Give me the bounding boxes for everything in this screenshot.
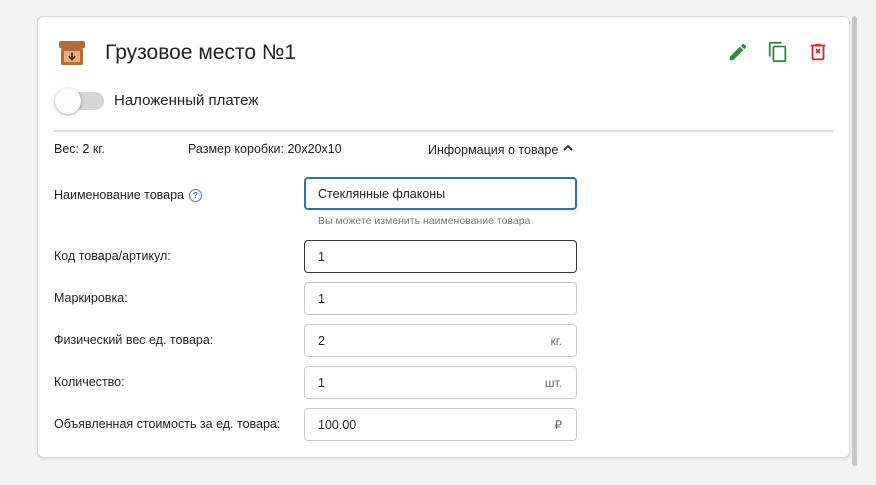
product-name-input[interactable] bbox=[318, 178, 518, 209]
sku-field[interactable] bbox=[304, 240, 577, 273]
box-size-summary: Размер коробки: 20х20х10 bbox=[188, 142, 342, 156]
product-info-toggle[interactable]: Информация о товаре bbox=[428, 142, 574, 157]
copy-icon[interactable] bbox=[767, 41, 789, 63]
quantity-label: Количество: bbox=[54, 375, 125, 389]
declared-value-input[interactable] bbox=[318, 409, 518, 440]
cargo-title: Грузовое место №1 bbox=[105, 41, 297, 64]
divider bbox=[53, 130, 833, 132]
quantity-input[interactable] bbox=[318, 367, 518, 398]
product-name-field[interactable] bbox=[304, 177, 577, 210]
marking-input[interactable] bbox=[318, 283, 518, 314]
sku-label: Код товара/артикул: bbox=[54, 249, 171, 263]
weight-summary: Вес: 2 кг. bbox=[54, 142, 105, 156]
scrollbar[interactable] bbox=[852, 16, 857, 466]
quantity-field[interactable]: шт. bbox=[304, 366, 577, 399]
chevron-up-icon bbox=[562, 142, 574, 157]
card-actions bbox=[727, 41, 829, 63]
cargo-card: Грузовое место №1 Наложенный платеж Вес:… bbox=[37, 16, 850, 458]
declared-value-label: Объявленная стоимость за ед. товара: bbox=[54, 417, 281, 431]
product-info-label: Информация о товаре bbox=[428, 142, 559, 157]
cod-toggle-label: Наложенный платеж bbox=[114, 92, 259, 109]
marking-label: Маркировка: bbox=[54, 291, 128, 305]
pencil-icon[interactable] bbox=[727, 41, 749, 63]
unit-weight-field[interactable]: кг. bbox=[304, 324, 577, 357]
product-name-hint: Вы можете изменить наименование товара bbox=[318, 215, 531, 227]
quantity-suffix: шт. bbox=[544, 376, 562, 390]
unit-weight-input[interactable] bbox=[318, 325, 518, 356]
cod-toggle[interactable] bbox=[55, 88, 105, 114]
marking-field[interactable] bbox=[304, 282, 577, 315]
product-name-label: Наименование товара ? bbox=[54, 188, 203, 202]
unit-weight-suffix: кг. bbox=[550, 334, 563, 348]
sku-input[interactable] bbox=[318, 241, 518, 272]
declared-value-field[interactable]: ₽ bbox=[304, 408, 577, 441]
delete-icon[interactable] bbox=[807, 41, 829, 63]
help-icon[interactable]: ? bbox=[189, 188, 203, 202]
archive-box-icon bbox=[57, 39, 87, 67]
unit-weight-label: Физический вес ед. товара: bbox=[54, 333, 214, 347]
ruble-suffix: ₽ bbox=[554, 418, 562, 432]
